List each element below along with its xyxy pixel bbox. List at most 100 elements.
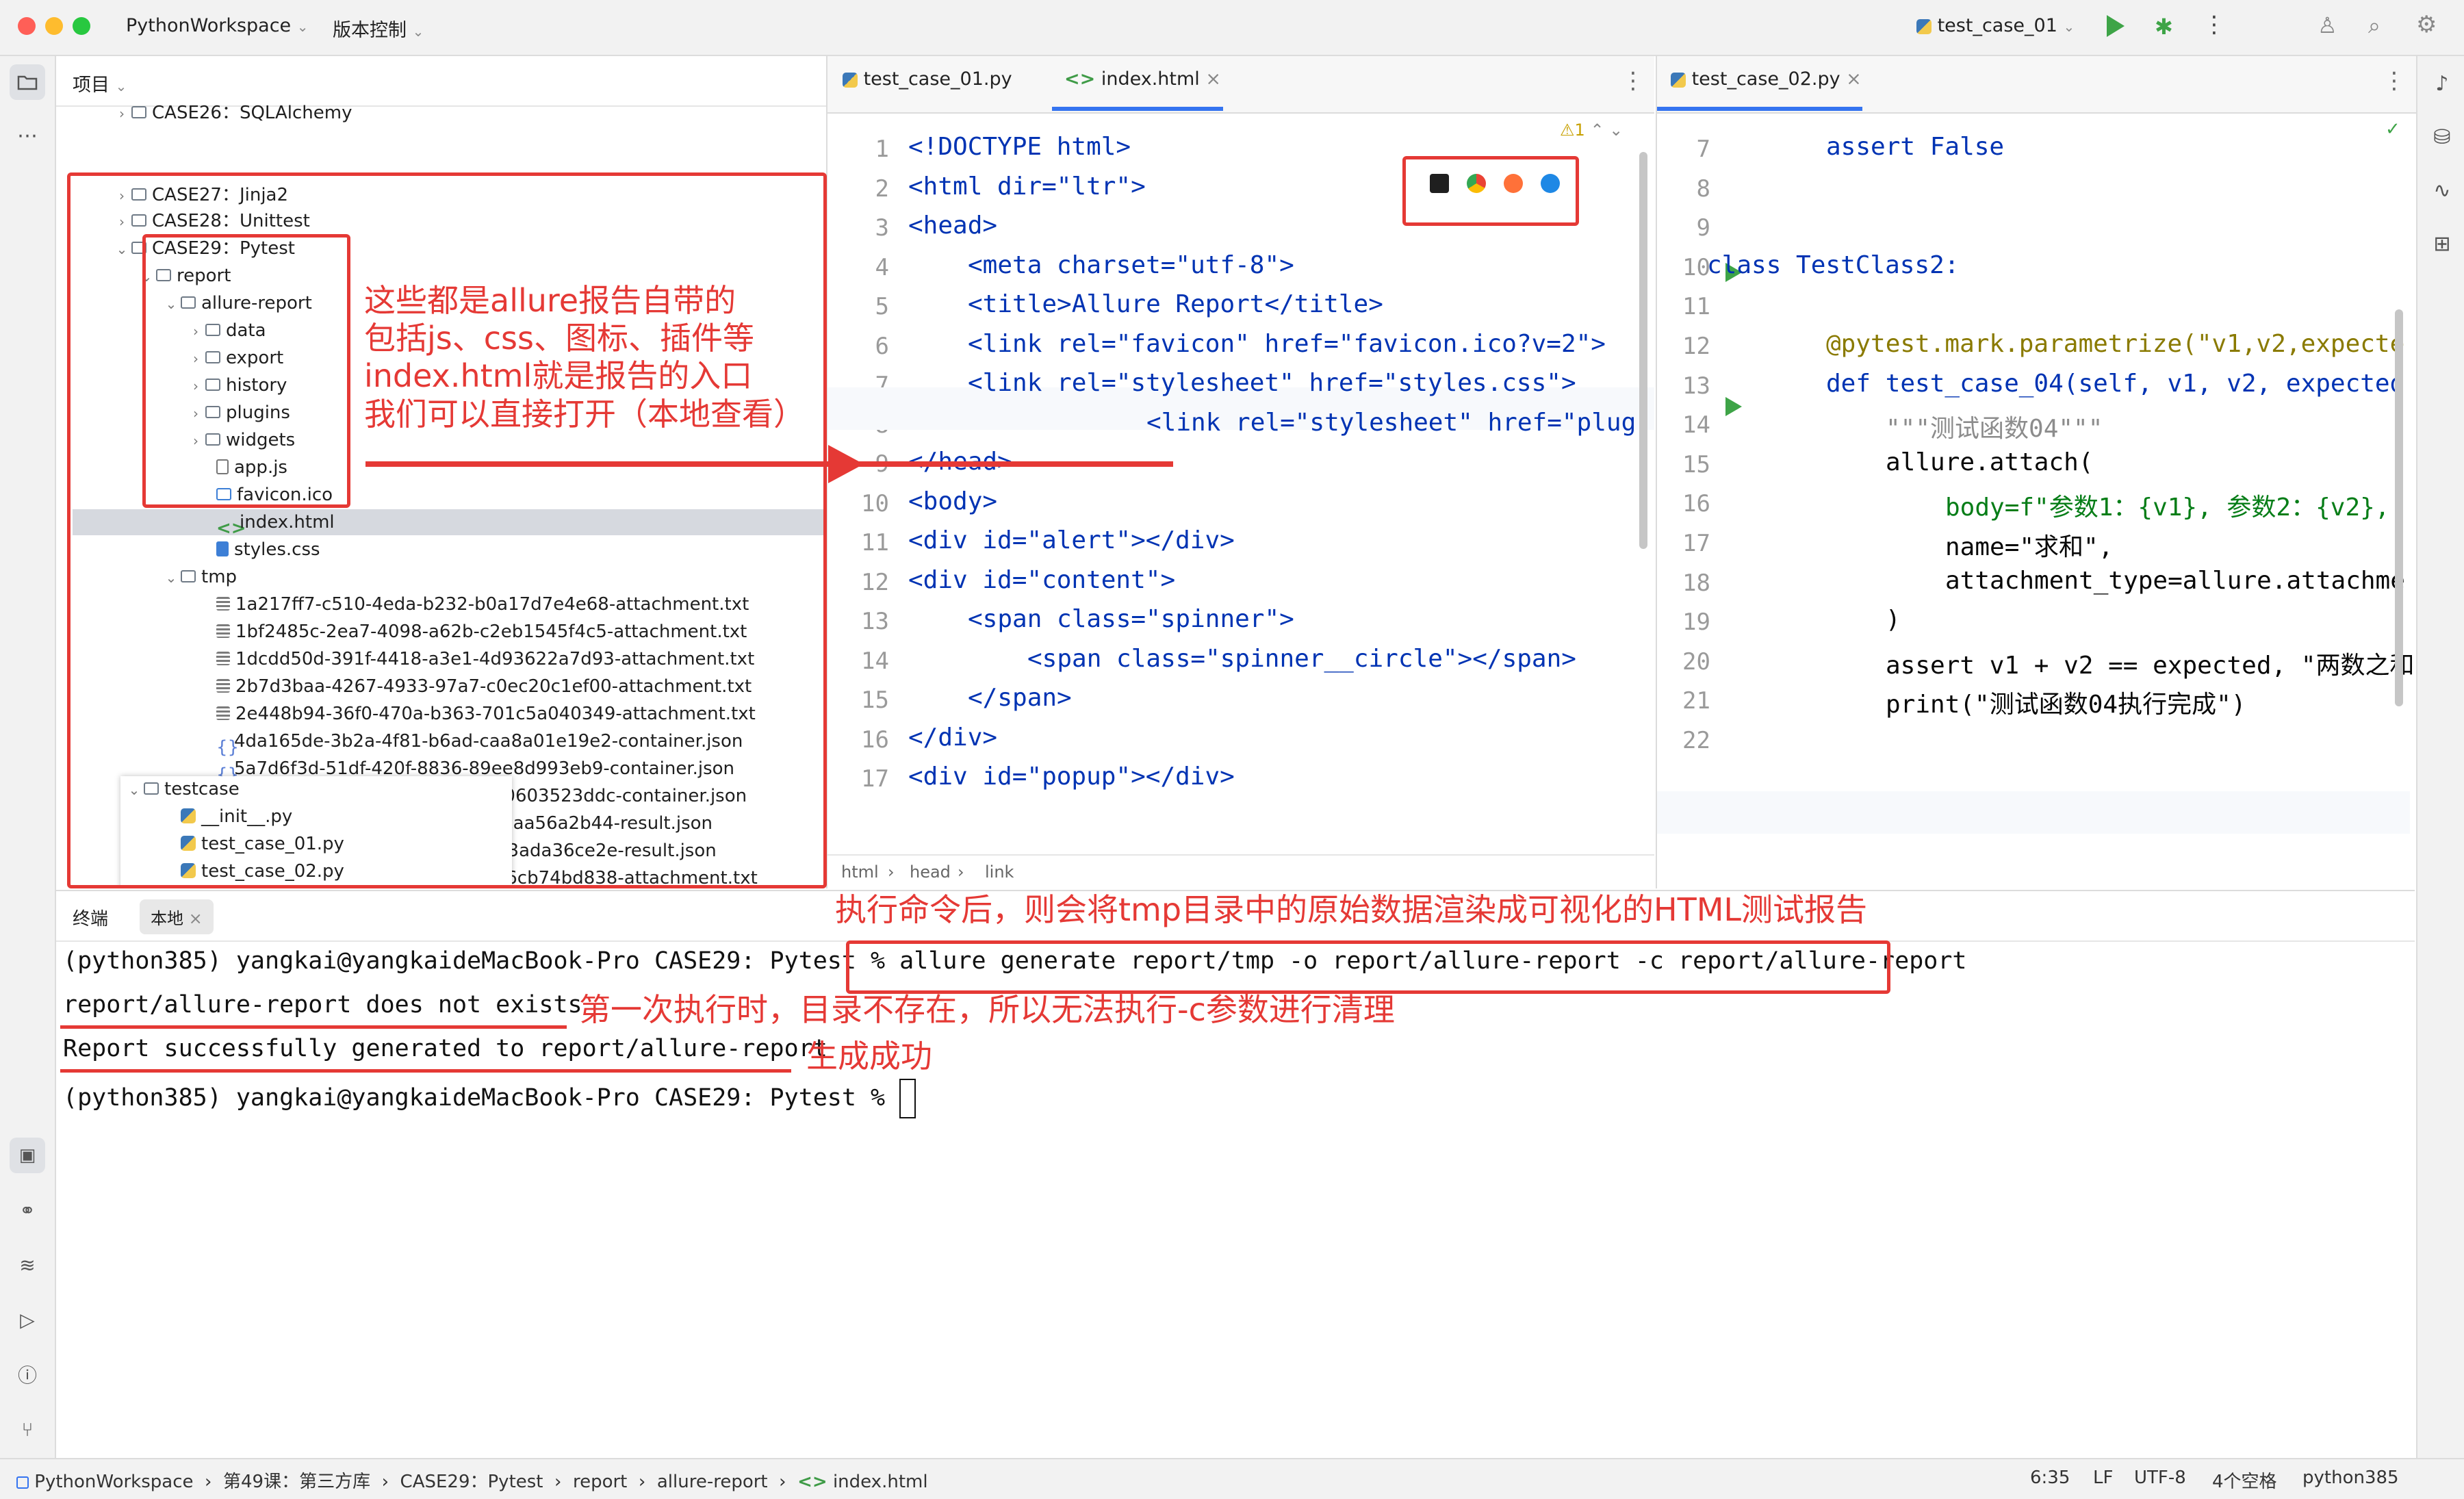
command-annotation-note: 执行命令后，则会将tmp目录中的原始数据渲染成可视化的HTML测试报告: [835, 891, 1868, 928]
pycharm-browser-icon[interactable]: [1430, 174, 1449, 193]
breadcrumb-item[interactable]: link: [985, 862, 1014, 882]
warning-indicator[interactable]: ⚠1 ⌃ ⌄: [1560, 120, 1623, 140]
tab-index-html[interactable]: <> index.html ×: [1064, 68, 1221, 90]
add-user-icon[interactable]: ♙: [2318, 12, 2337, 38]
tree-item-case26[interactable]: › CASE26：SQLAlchemy: [115, 100, 352, 126]
code-line[interactable]: <link rel="stylesheet" href="styles.css"…: [968, 369, 1576, 397]
terminal-icon[interactable]: ▣: [10, 1138, 45, 1173]
code-line[interactable]: name="求和",: [1945, 527, 2113, 563]
code-line[interactable]: </div>: [908, 723, 997, 752]
code-line[interactable]: <link rel="stylesheet" href="plug: [1146, 409, 1636, 437]
tab-label: test_case_02.py: [1691, 68, 1840, 90]
line-number: 11: [861, 529, 889, 556]
tab-test-case-01[interactable]: test_case_01.py: [843, 68, 1012, 90]
code-line[interactable]: assert v1 + v2 == expected, "两数之和: [1886, 645, 2415, 681]
chevron-right-icon: ›: [119, 105, 125, 122]
file-encoding[interactable]: UTF-8: [2134, 1468, 2186, 1488]
annotation-arrow-head: [828, 445, 864, 483]
project-folder-icon[interactable]: [10, 64, 45, 100]
project-view-selector[interactable]: 项目 ⌄: [73, 70, 127, 97]
line-number: 5: [875, 293, 889, 320]
close-tab-icon[interactable]: ×: [189, 909, 203, 928]
code-line[interactable]: allure.attach(: [1886, 448, 2093, 476]
code-line[interactable]: body=f"参数1：{v1}, 参数2：{v2},: [1945, 487, 2404, 523]
python-interpreter[interactable]: python385: [2302, 1468, 2399, 1488]
editor-index-html: test_case_01.py <> index.html × ⋮ ⚠1 ⌃ ⌄…: [827, 56, 1654, 890]
search-icon[interactable]: ⌕: [2368, 12, 2380, 39]
no-problems-check-icon: ✓: [2385, 119, 2400, 140]
run-test-icon[interactable]: [1725, 397, 1742, 416]
indent-setting[interactable]: 4个空格: [2212, 1468, 2277, 1493]
layers-icon[interactable]: ≋: [10, 1247, 45, 1283]
code-line[interactable]: <meta charset="utf-8">: [968, 251, 1294, 279]
notifications-bell-icon[interactable]: ♪: [2424, 66, 2460, 101]
breadcrumb-item: PythonWorkspace: [34, 1472, 194, 1492]
settings-gear-icon[interactable]: ⚙: [2416, 11, 2437, 38]
code-line[interactable]: <!DOCTYPE html>: [908, 133, 1131, 161]
code-line[interactable]: <span class="spinner">: [968, 605, 1294, 633]
code-line[interactable]: <link rel="favicon" href="favicon.ico?v=…: [968, 330, 1606, 358]
line-number: 10: [1682, 253, 1710, 281]
code-line[interactable]: class TestClass2:: [1707, 251, 1959, 279]
close-tab-icon[interactable]: ×: [1205, 68, 1221, 90]
code-line[interactable]: def test_case_04(self, v1, v2, expected: [1826, 370, 2404, 398]
run-config-selector[interactable]: test_case_01 ⌄: [1916, 15, 2075, 36]
line-number: 13: [1682, 372, 1710, 400]
code-line[interactable]: <head>: [908, 212, 997, 240]
terminal-line-4[interactable]: (python385) yangkai@yangkaideMacBook-Pro…: [63, 1079, 916, 1118]
editor-scrollbar[interactable]: [2395, 309, 2403, 706]
vcs-menu[interactable]: 版本控制 ⌄: [333, 15, 424, 42]
status-breadcrumb[interactable]: PythonWorkspace › 第49课：第三方库 › CASE29：Pyt…: [16, 1468, 928, 1493]
chrome-icon[interactable]: [1467, 174, 1486, 193]
code-line[interactable]: <div id="alert"></div>: [908, 526, 1235, 554]
tab-local[interactable]: 本地 ×: [140, 899, 214, 934]
maximize-window-button[interactable]: [73, 17, 90, 35]
code-line[interactable]: <div id="popup"></div>: [908, 763, 1235, 791]
problems-icon[interactable]: ⓘ: [10, 1357, 45, 1392]
tab-test-case-02[interactable]: test_case_02.py ×: [1671, 68, 1862, 90]
line-number: 11: [1682, 293, 1710, 321]
minimize-window-button[interactable]: [45, 17, 63, 35]
breadcrumb-separator: ›: [958, 862, 964, 882]
close-window-button[interactable]: [18, 17, 36, 35]
safari-icon[interactable]: [1541, 174, 1560, 193]
code-line[interactable]: <span class="spinner__circle"></span>: [1027, 645, 1576, 673]
success-underline: [60, 1069, 791, 1073]
tab-options-icon[interactable]: ⋮: [1621, 67, 1645, 94]
structure-icon[interactable]: ⊞: [2424, 226, 2460, 261]
code-line[interactable]: <html dir="ltr">: [908, 172, 1146, 201]
more-options-icon[interactable]: ⋮: [2203, 11, 2226, 38]
python-console-icon[interactable]: ⚭: [10, 1192, 45, 1228]
close-tab-icon[interactable]: ×: [1846, 68, 1862, 90]
tab-options-icon[interactable]: ⋮: [2383, 67, 2406, 94]
title-bar: PythonWorkspace ⌄ 版本控制 ⌄ test_case_01 ⌄ …: [0, 0, 2464, 56]
code-line[interactable]: assert False: [1826, 133, 2004, 161]
line-number: 12: [1682, 333, 1710, 360]
editor-tab-bar: test_case_01.py <> index.html × ⋮: [827, 56, 1654, 114]
scientific-chart-icon[interactable]: ∿: [2424, 172, 2460, 208]
code-line[interactable]: </span>: [968, 684, 1072, 712]
code-line[interactable]: attachment_type=allure.attachme: [1945, 567, 2405, 595]
services-icon[interactable]: ▷: [10, 1302, 45, 1337]
more-tools-icon[interactable]: ⋯: [10, 118, 45, 153]
line-number: 15: [861, 687, 889, 714]
run-icon[interactable]: [2107, 15, 2125, 37]
breadcrumb-item[interactable]: html: [841, 862, 879, 882]
code-line[interactable]: <title>Allure Report</title>: [968, 290, 1383, 318]
breadcrumb-item[interactable]: head: [910, 862, 951, 882]
code-line[interactable]: @pytest.mark.parametrize("v1,v2,expecte: [1826, 330, 2404, 358]
editor-scrollbar[interactable]: [1639, 152, 1647, 549]
database-icon[interactable]: ⛁: [2424, 119, 2460, 155]
code-line[interactable]: ): [1886, 606, 1901, 634]
git-branch-icon[interactable]: ⑂: [10, 1411, 45, 1447]
code-line[interactable]: <body>: [908, 487, 997, 515]
code-line[interactable]: print("测试函数04执行完成"): [1886, 684, 2246, 720]
cursor-position[interactable]: 6:35: [2030, 1468, 2070, 1488]
workspace-selector[interactable]: PythonWorkspace ⌄: [126, 15, 309, 36]
code-line[interactable]: """测试函数04""": [1886, 409, 2103, 444]
line-separator[interactable]: LF: [2093, 1468, 2113, 1488]
debug-icon[interactable]: ✱: [2155, 14, 2173, 40]
annotation-line: index.html就是报告的入口: [364, 357, 753, 395]
code-line[interactable]: <div id="content">: [908, 566, 1175, 594]
firefox-icon[interactable]: [1504, 174, 1523, 193]
